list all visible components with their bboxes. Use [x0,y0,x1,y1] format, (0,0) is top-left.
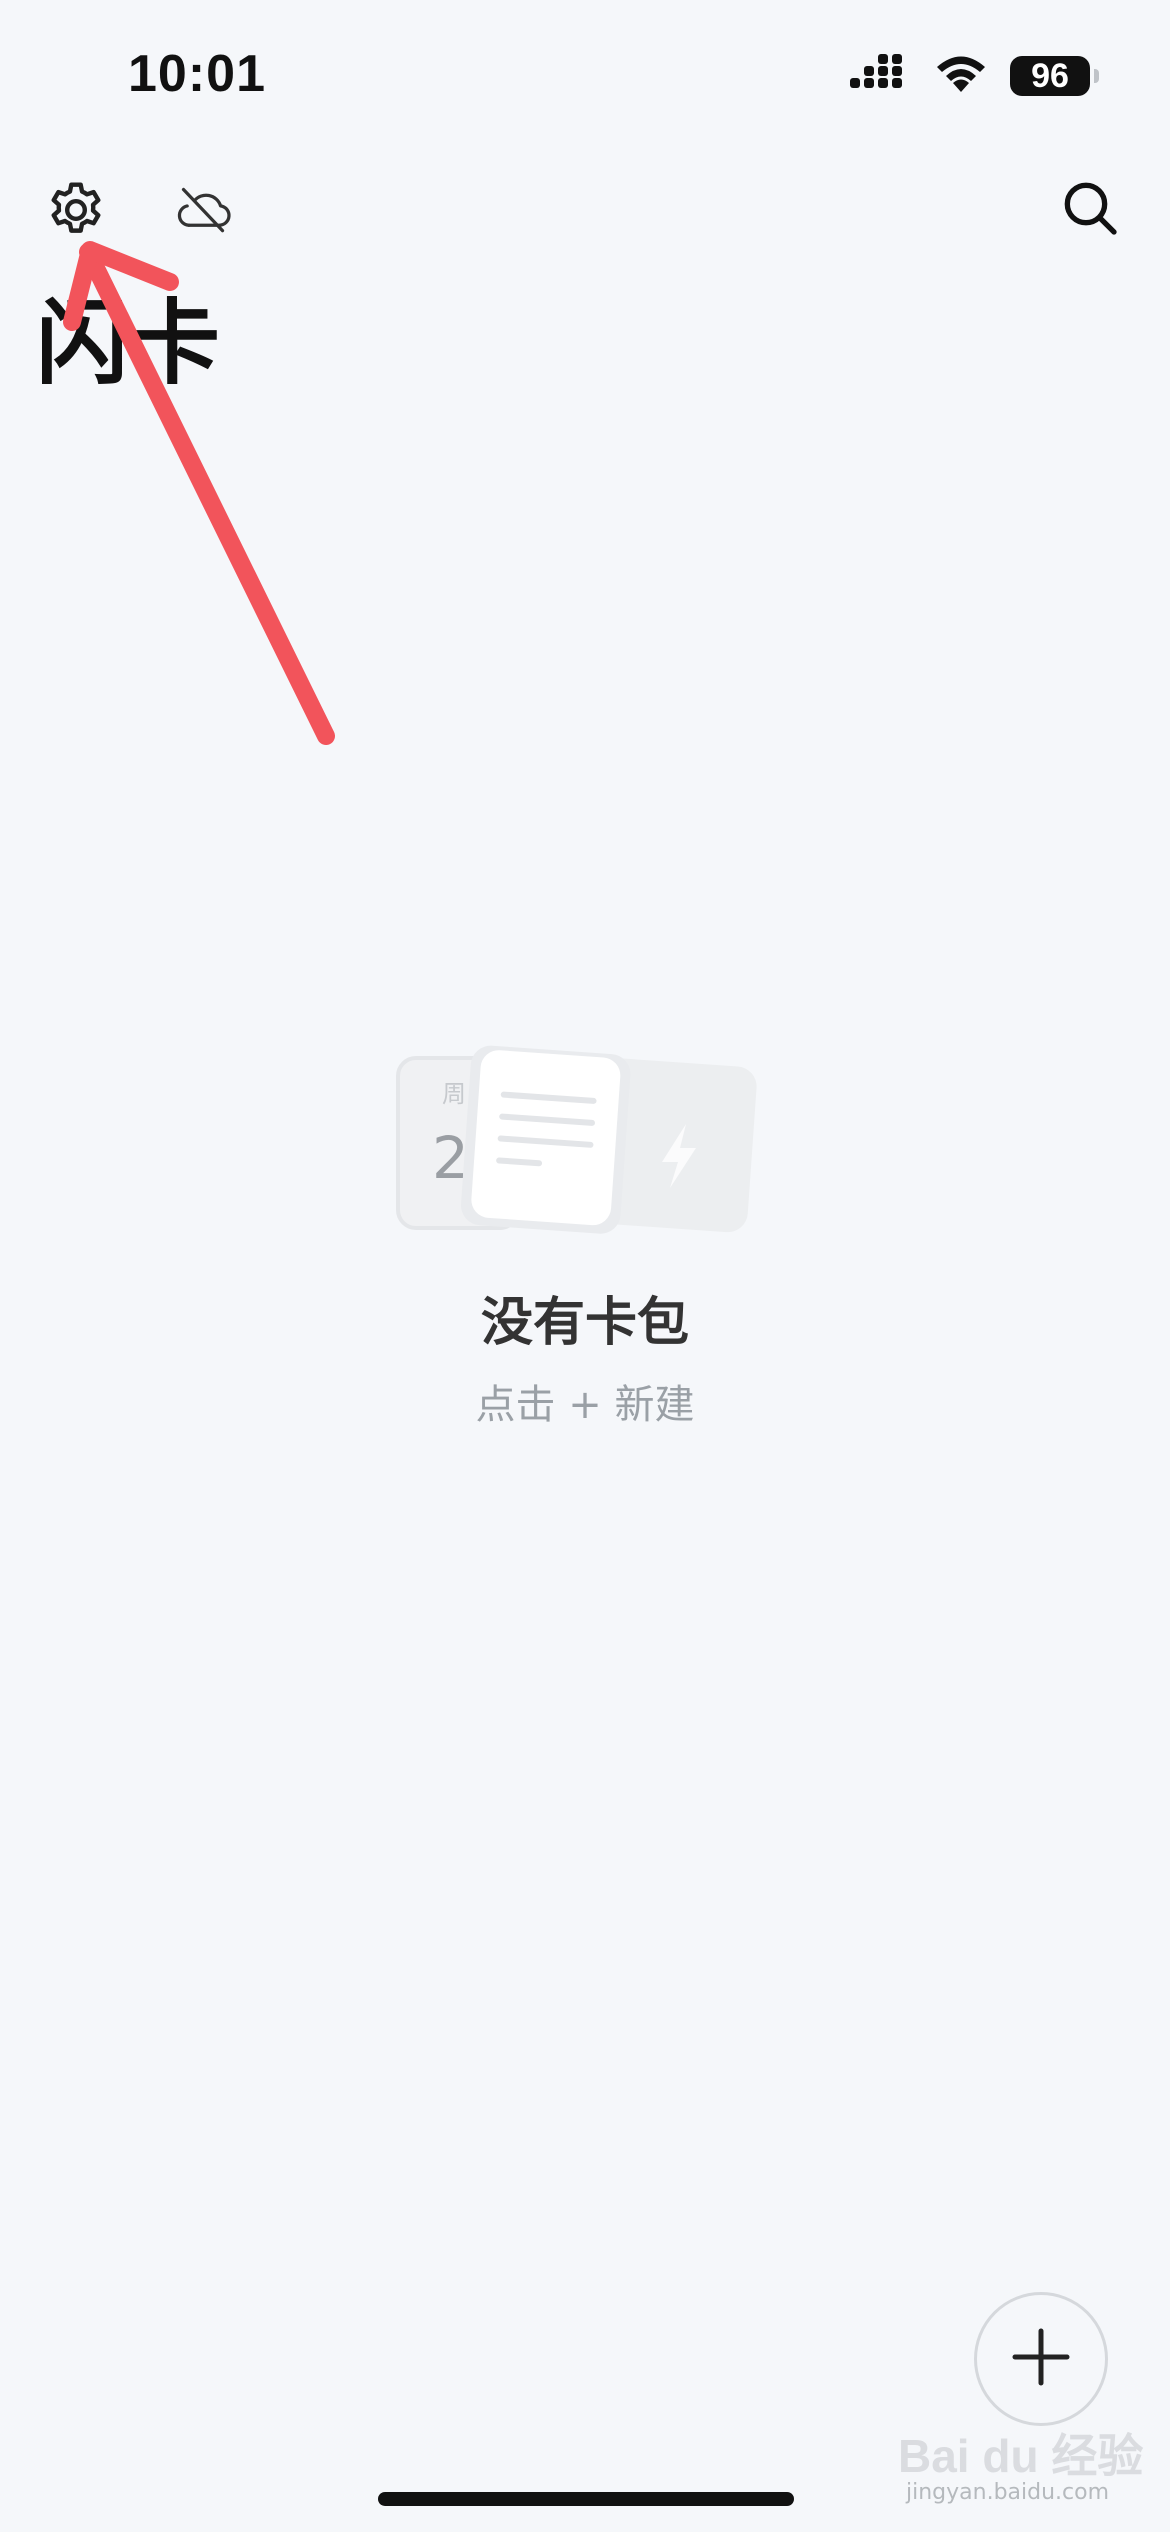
calendar-weekday-glyph: 周 [442,1080,466,1108]
search-icon [1058,176,1122,244]
status-icons: 96 [850,54,1099,98]
search-button[interactable] [1050,170,1130,250]
cloud-off-icon [170,183,236,239]
arrow-icon [63,241,335,745]
sync-status-button[interactable] [166,176,240,246]
settings-button[interactable] [36,172,116,252]
empty-state-title: 没有卡包 [480,1293,689,1353]
battery-level: 96 [1031,56,1069,95]
add-deck-button[interactable] [974,2292,1108,2426]
empty-cards-illustration: 周 2 [396,1045,757,1234]
page-title: 闪卡 [36,290,221,397]
signal-icon [850,54,912,98]
empty-state-hint: 点击 + 新建 [475,1382,695,1428]
wifi-icon [934,54,988,98]
home-indicator[interactable] [378,2492,794,2506]
battery-tip [1094,69,1099,83]
status-time: 10:01 [128,45,266,103]
gear-icon [43,177,109,247]
watermark-subtext: jingyan.baidu.com [906,2480,1110,2505]
battery-icon: 96 [1010,56,1099,96]
screen: 10:01 96 闪卡 周 2 没有卡包 点击 + 新建 Bai du 经验 j… [0,0,1170,2532]
watermark-text: Bai du 经验 [898,2430,1143,2482]
plus-icon [1011,2327,1071,2391]
